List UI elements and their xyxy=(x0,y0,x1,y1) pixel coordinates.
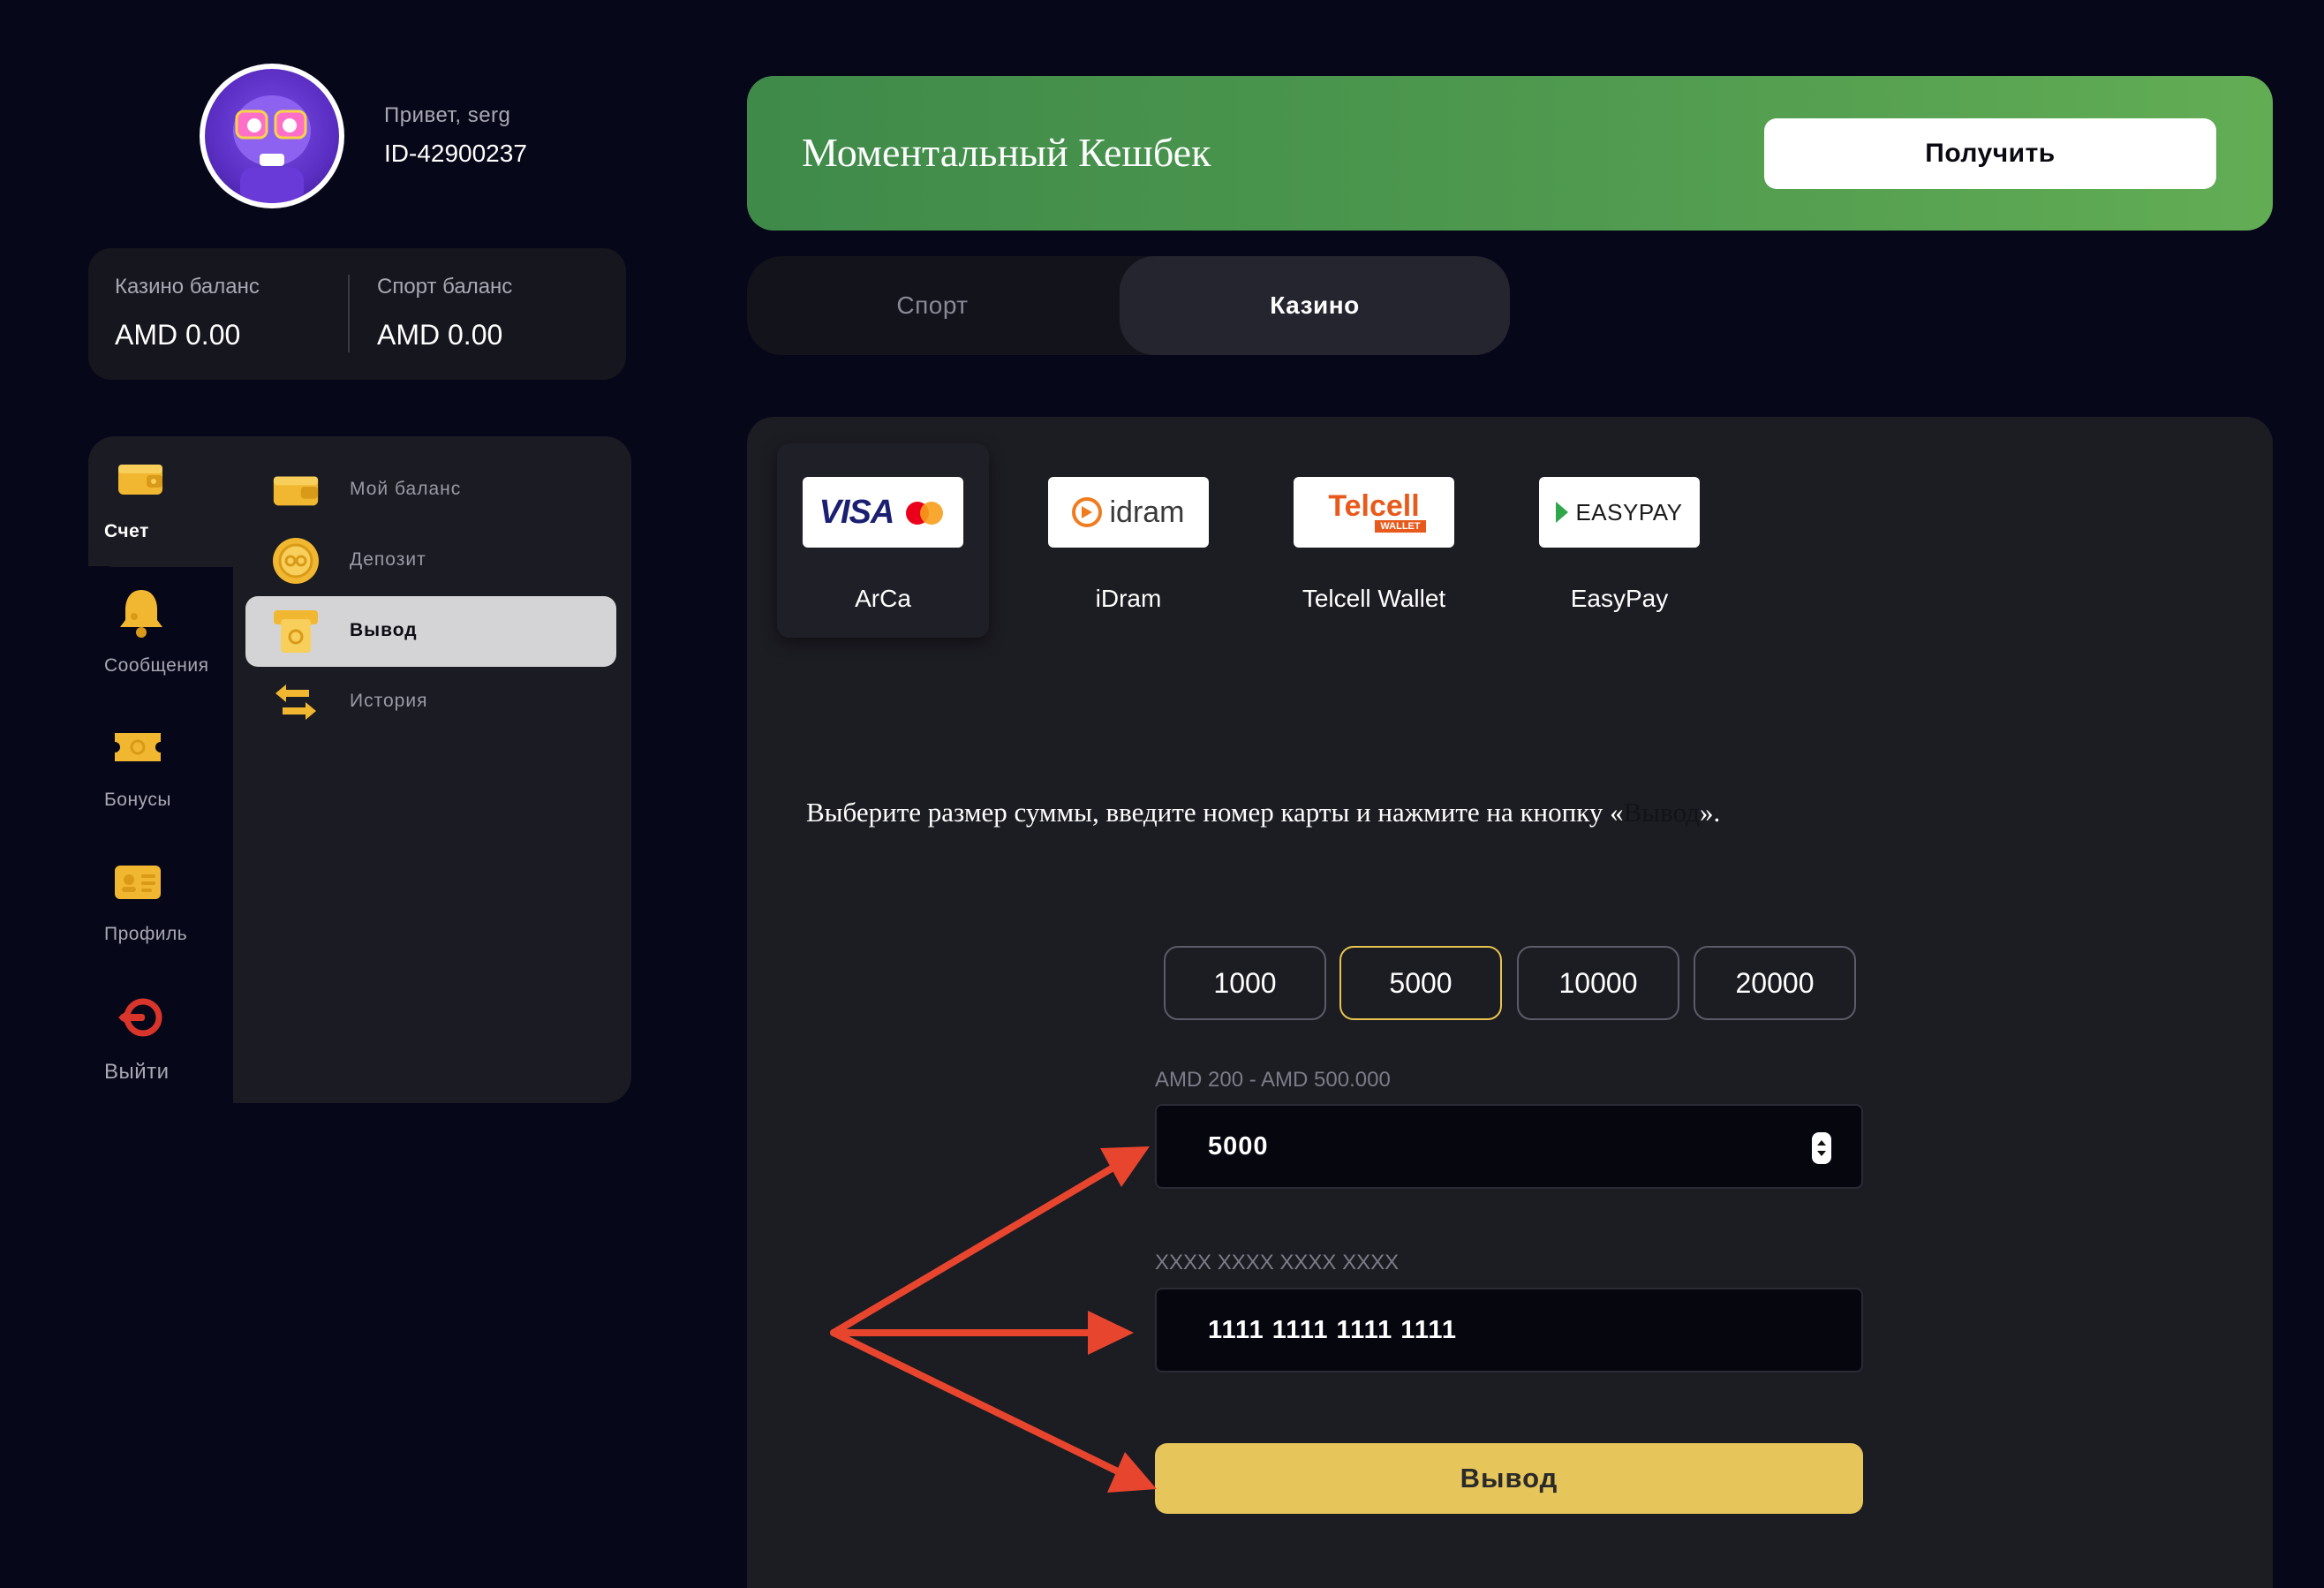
submenu-my-balance-label: Мой баланс xyxy=(350,479,462,499)
withdraw-instruction: Выберите размер суммы, введите номер кар… xyxy=(806,797,1720,828)
submenu-deposit[interactable]: Депозит xyxy=(245,526,616,596)
nav-item-bonuses-label: Бонусы xyxy=(104,790,171,810)
amount-option-20000[interactable]: 20000 xyxy=(1694,946,1856,1020)
exchange-arrows-icon xyxy=(270,677,321,727)
casino-balance-value: AMD 0.00 xyxy=(115,319,241,351)
logout-icon xyxy=(113,994,166,1040)
wallet-icon xyxy=(115,456,168,502)
instruction-button-name: Вывод xyxy=(1623,797,1700,828)
id-card-icon xyxy=(111,858,164,904)
easypay-logo-text: EASYPAY xyxy=(1575,498,1683,526)
avatar[interactable] xyxy=(200,64,344,208)
toggle-casino[interactable]: Казино xyxy=(1120,256,1510,355)
nav-item-account[interactable]: Счет xyxy=(97,456,230,553)
nav-item-logout[interactable]: Выйти xyxy=(97,994,230,1092)
payment-method-telcell-label: Telcell Wallet xyxy=(1302,585,1446,612)
idram-logo: idram xyxy=(1048,477,1209,548)
card-number-hint: XXXX XXXX XXXX XXXX xyxy=(1155,1251,1400,1274)
mastercard-logo xyxy=(906,496,947,528)
casino-balance-label: Казино баланс xyxy=(115,275,260,299)
visa-mastercard-logo: VISA xyxy=(803,477,963,548)
payment-method-arca-label: ArCa xyxy=(855,585,911,612)
submenu-withdraw[interactable]: Вывод xyxy=(245,596,616,667)
nav-item-account-label: Счет xyxy=(104,521,149,541)
amount-option-10000[interactable]: 10000 xyxy=(1517,946,1679,1020)
submenu-history-label: История xyxy=(350,691,428,711)
sport-balance-label: Спорт баланс xyxy=(377,275,513,299)
payment-method-telcell[interactable]: Telcell WALLET Telcell Wallet xyxy=(1268,443,1480,638)
nav-item-profile-label: Профиль xyxy=(104,924,188,944)
instruction-end: ». xyxy=(1699,797,1721,828)
submenu-history[interactable]: История xyxy=(245,667,616,737)
idram-logo-text: idram xyxy=(1109,495,1185,529)
nav-item-bonuses[interactable]: Бонусы xyxy=(97,724,230,821)
amount-input-value: 5000 xyxy=(1208,1132,1269,1161)
payment-method-idram-label: iDram xyxy=(1095,585,1162,612)
telcell-logo-subtext: WALLET xyxy=(1375,520,1426,533)
payment-method-arca[interactable]: VISA ArCa xyxy=(777,443,989,638)
coin-icon xyxy=(270,536,321,586)
card-number-input[interactable]: 1111 1111 1111 1111 xyxy=(1155,1288,1863,1372)
instruction-text: Выберите размер суммы, введите номер кар… xyxy=(806,797,1624,828)
cashback-title: Моментальный Кешбек xyxy=(802,130,1211,175)
amount-option-5000[interactable]: 5000 xyxy=(1339,946,1502,1020)
withdraw-button[interactable]: Вывод xyxy=(1155,1443,1863,1514)
easypay-logo: EASYPAY xyxy=(1539,477,1700,548)
user-id: ID-42900237 xyxy=(384,140,527,167)
nav-item-messages-label: Сообщения xyxy=(104,655,209,676)
submenu-withdraw-label: Вывод xyxy=(350,620,418,640)
amount-input[interactable]: 5000 xyxy=(1155,1104,1863,1189)
nav-item-profile[interactable]: Профиль xyxy=(97,858,230,956)
submenu-deposit-label: Депозит xyxy=(350,549,426,570)
avatar-image xyxy=(205,69,339,203)
telcell-logo: Telcell WALLET xyxy=(1294,477,1454,548)
claim-cashback-button[interactable]: Получить xyxy=(1764,118,2216,189)
submenu-my-balance[interactable]: Мой баланс xyxy=(245,455,616,526)
sport-balance-value: AMD 0.00 xyxy=(377,319,503,351)
cash-out-icon xyxy=(270,607,321,656)
easypay-arrow-icon xyxy=(1556,502,1569,523)
payment-method-idram[interactable]: idram iDram xyxy=(1022,443,1234,638)
payment-method-easypay-label: EasyPay xyxy=(1570,585,1669,612)
greeting: Привет, serg xyxy=(384,103,511,127)
balances-card: Казино баланс AMD 0.00 Спорт баланс AMD … xyxy=(88,248,626,380)
card-number-value: 1111 1111 1111 1111 xyxy=(1208,1316,1458,1344)
amount-option-1000[interactable]: 1000 xyxy=(1164,946,1326,1020)
bell-icon xyxy=(115,586,168,638)
nav-item-logout-label: Выйти xyxy=(104,1060,170,1084)
toggle-sport[interactable]: Спорт xyxy=(747,256,1118,355)
telcell-logo-text: Telcell xyxy=(1328,489,1420,523)
payment-method-easypay[interactable]: EASYPAY EasyPay xyxy=(1513,443,1725,638)
visa-logo-text: VISA xyxy=(819,493,895,531)
number-stepper-icon[interactable] xyxy=(1812,1132,1831,1164)
ticket-icon xyxy=(111,724,164,770)
wallet-icon xyxy=(270,465,321,515)
amount-range-hint: AMD 200 - AMD 500.000 xyxy=(1155,1068,1391,1092)
nav-item-messages[interactable]: Сообщения xyxy=(97,586,233,684)
balance-divider xyxy=(348,275,350,352)
